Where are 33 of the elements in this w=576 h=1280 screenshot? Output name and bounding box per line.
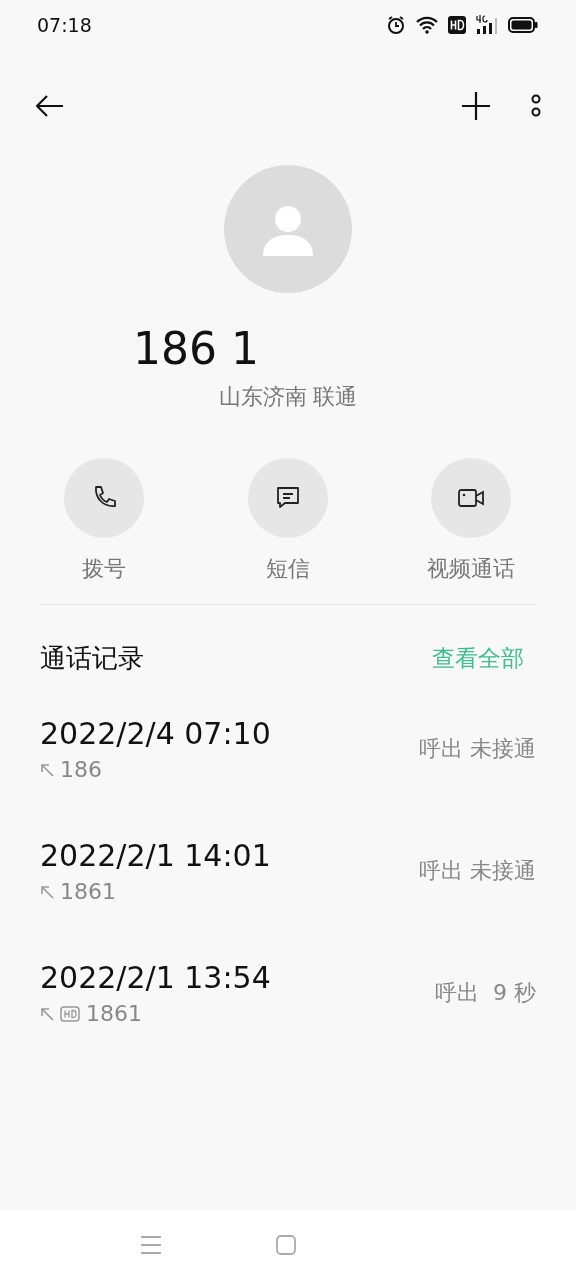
call-result: 呼出 9 秒 xyxy=(435,979,536,1007)
more-options-icon xyxy=(530,94,542,118)
hd-icon xyxy=(448,16,466,34)
phone-number: 186 1 xyxy=(133,323,259,374)
back-button[interactable] xyxy=(36,95,64,117)
call-result: 呼出 未接通 xyxy=(419,857,536,885)
battery-icon xyxy=(508,17,538,33)
cellular-signal-icon xyxy=(476,15,498,35)
more-button[interactable] xyxy=(530,94,542,118)
outgoing-arrow-icon xyxy=(40,884,54,899)
call-number: 1861 xyxy=(60,879,116,904)
plus-icon xyxy=(462,92,490,120)
action-label: 短信 xyxy=(265,555,310,583)
wifi-icon xyxy=(416,16,438,34)
menu-icon xyxy=(140,1235,162,1255)
view-all-link[interactable]: 查看全部 xyxy=(432,643,524,674)
call-datetime: 2022/2/4 07:10 xyxy=(40,716,271,751)
action-label: 拨号 xyxy=(82,555,126,583)
square-icon xyxy=(276,1235,296,1255)
call-number: 1861 xyxy=(86,1001,142,1026)
back-arrow-icon xyxy=(36,95,64,117)
number-location: 山东济南 联通 xyxy=(218,383,358,411)
status-time: 07:18 xyxy=(37,14,92,36)
outgoing-arrow-icon xyxy=(40,762,54,777)
call-result: 呼出 未接通 xyxy=(419,735,536,763)
call-number: 186 xyxy=(60,757,102,782)
section-title: 通话记录 xyxy=(40,642,144,675)
action-label: 视频通话 xyxy=(427,555,515,583)
add-button[interactable] xyxy=(462,92,490,120)
call-datetime: 2022/2/1 14:01 xyxy=(40,838,271,873)
alarm-icon xyxy=(386,15,406,35)
call-datetime: 2022/2/1 13:54 xyxy=(40,960,271,995)
outgoing-arrow-icon xyxy=(40,1006,54,1021)
